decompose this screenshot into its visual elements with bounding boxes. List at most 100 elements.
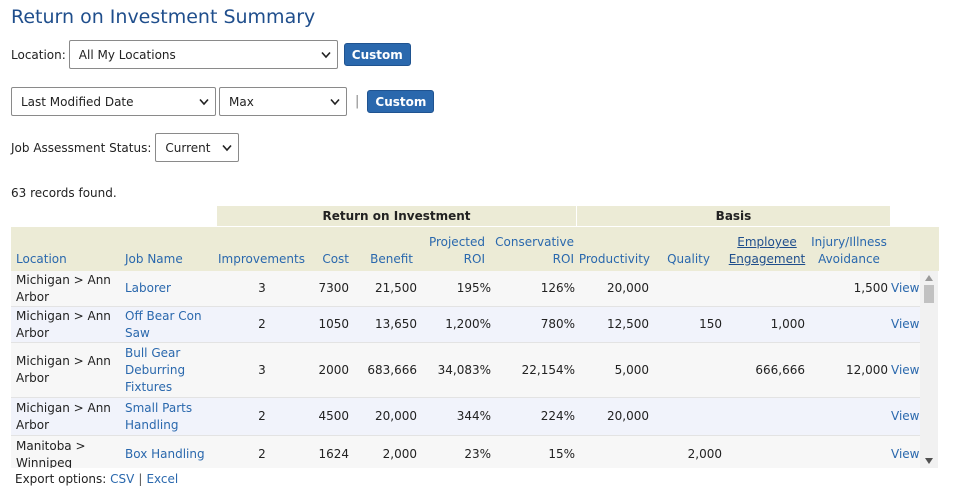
cell-projected-roi: 344% xyxy=(456,409,491,423)
cell-location: Michigan > Ann Arbor xyxy=(16,354,111,385)
separator: | xyxy=(355,94,360,109)
location-filter-row: Location: All My Locations Custom xyxy=(11,40,411,69)
cell-projected-roi: 1,200% xyxy=(445,317,491,331)
chevron-down-icon xyxy=(330,98,340,106)
cell-improvements: 2 xyxy=(258,447,266,461)
column-header-injury-avoidance[interactable]: Injury/Illness Avoidance xyxy=(807,227,891,271)
cell-injury: 12,000 xyxy=(846,362,888,377)
column-header-job-name[interactable]: Job Name xyxy=(125,227,215,271)
column-header-engagement-line2: Engagement xyxy=(728,252,806,266)
location-custom-button[interactable]: Custom xyxy=(343,43,411,66)
cell-engagement: 1,000 xyxy=(770,317,805,331)
cell-location: Michigan > Ann Arbor xyxy=(16,400,111,432)
view-link[interactable]: View xyxy=(891,343,923,397)
cell-conservative-roi: 780% xyxy=(540,317,575,331)
table-row: Michigan > Ann Arbor Laborer 3 7300 21,5… xyxy=(11,271,925,307)
cell-benefit: 20,000 xyxy=(375,409,417,423)
cell-conservative-roi: 126% xyxy=(540,281,575,295)
cell-conservative-roi: 15% xyxy=(548,447,575,461)
cell-benefit: 2,000 xyxy=(382,447,417,461)
scrollbar-thumb[interactable] xyxy=(924,285,934,303)
column-header-benefit[interactable]: Benefit xyxy=(351,227,413,271)
column-header-productivity[interactable]: Productivity xyxy=(577,227,650,271)
cell-conservative-roi: 22,154% xyxy=(521,362,575,377)
column-header-projected-line1: Projected xyxy=(428,235,485,249)
cell-injury xyxy=(807,307,888,342)
column-header-conservative-roi[interactable]: Conservative ROI xyxy=(487,227,574,271)
cell-engagement xyxy=(725,436,805,468)
export-separator: | xyxy=(138,472,143,486)
cell-improvements: 2 xyxy=(258,317,266,331)
arrow-down-icon[interactable] xyxy=(925,458,933,464)
table-row: Michigan > Ann Arbor Small Parts Handlin… xyxy=(11,398,925,436)
export-csv-link[interactable]: CSV xyxy=(110,472,134,486)
roi-table: Return on Investment Basis Location Job … xyxy=(11,206,939,468)
view-link[interactable]: View xyxy=(891,307,923,342)
location-select[interactable]: All My Locations xyxy=(68,40,338,69)
chevron-down-icon xyxy=(222,144,232,152)
date-field-select[interactable]: Last Modified Date xyxy=(11,87,216,116)
status-filter-row: Job Assessment Status: Current xyxy=(11,133,240,162)
export-excel-link[interactable]: Excel xyxy=(146,472,178,486)
cell-improvements: 3 xyxy=(258,362,266,377)
cell-quality xyxy=(652,398,722,435)
cell-injury xyxy=(807,398,888,435)
cell-cost: 2000 xyxy=(318,362,349,377)
view-link[interactable]: View xyxy=(891,436,923,468)
column-header-location[interactable]: Location xyxy=(16,227,121,271)
column-header-job-name-label: Job Name xyxy=(125,252,183,266)
cell-job-link[interactable]: Small Parts Handling xyxy=(125,398,215,435)
cell-cost: 1624 xyxy=(318,447,349,461)
cell-improvements: 3 xyxy=(258,281,266,295)
cell-job-link[interactable]: Bull Gear Deburring Fixtures xyxy=(125,343,215,397)
table-body: Michigan > Ann Arbor Laborer 3 7300 21,5… xyxy=(11,271,925,468)
cell-engagement xyxy=(725,271,805,306)
cell-productivity: 20,000 xyxy=(607,409,649,423)
location-select-value: All My Locations xyxy=(78,47,176,62)
column-header-improvements[interactable]: Improvements xyxy=(217,227,305,271)
cell-quality xyxy=(652,271,722,306)
column-header-employee-engagement[interactable]: Employee Engagement xyxy=(725,227,809,271)
column-header-quality-label: Quality xyxy=(667,252,710,266)
chevron-down-icon xyxy=(199,98,209,106)
column-header-injury-line1: Injury/Illness xyxy=(811,235,887,249)
view-link[interactable]: View xyxy=(891,271,923,306)
column-header-benefit-label: Benefit xyxy=(370,252,413,266)
cell-engagement: 666,666 xyxy=(755,362,805,377)
column-header-cost[interactable]: Cost xyxy=(307,227,349,271)
view-link[interactable]: View xyxy=(891,398,923,435)
date-custom-button[interactable]: Custom xyxy=(367,90,435,113)
chevron-down-icon xyxy=(321,51,331,59)
column-header-location-label: Location xyxy=(16,252,67,266)
column-header-projected-roi[interactable]: Projected ROI xyxy=(415,227,485,271)
arrow-up-icon[interactable] xyxy=(925,275,933,281)
cell-conservative-roi: 224% xyxy=(540,409,575,423)
table-scrollbar[interactable] xyxy=(920,271,938,468)
cell-cost: 7300 xyxy=(318,281,349,295)
column-header-projected-line2: ROI xyxy=(463,252,485,266)
cell-quality: 2,000 xyxy=(687,447,722,461)
cell-job-link[interactable]: Box Handling xyxy=(125,436,215,468)
cell-projected-roi: 195% xyxy=(456,281,491,295)
status-select-value: Current xyxy=(165,140,211,155)
cell-job-link[interactable]: Laborer xyxy=(125,271,215,306)
status-label: Job Assessment Status: xyxy=(11,140,152,155)
records-count: 63 records found. xyxy=(11,186,117,200)
date-range-select[interactable]: Max xyxy=(219,87,347,116)
export-options: Export options: CSV | Excel xyxy=(15,472,178,486)
date-filter-row: Last Modified Date Max | Custom xyxy=(11,87,435,116)
column-header-improvements-label: Improvements xyxy=(218,252,305,266)
cell-improvements: 2 xyxy=(258,409,266,423)
group-header-roi: Return on Investment xyxy=(217,206,576,226)
cell-productivity: 12,500 xyxy=(607,317,649,331)
cell-location: Manitoba > Winnipeg xyxy=(16,438,86,469)
column-header-quality[interactable]: Quality xyxy=(652,227,710,271)
table-row: Michigan > Ann Arbor Bull Gear Deburring… xyxy=(11,343,925,398)
column-header-conservative-line1: Conservative xyxy=(495,235,574,249)
cell-location: Michigan > Ann Arbor xyxy=(16,308,111,340)
cell-engagement xyxy=(725,398,805,435)
cell-job-link[interactable]: Off Bear Con Saw xyxy=(125,307,215,342)
cell-productivity: 20,000 xyxy=(607,281,649,295)
status-select[interactable]: Current xyxy=(155,133,240,162)
cell-productivity xyxy=(577,436,649,468)
